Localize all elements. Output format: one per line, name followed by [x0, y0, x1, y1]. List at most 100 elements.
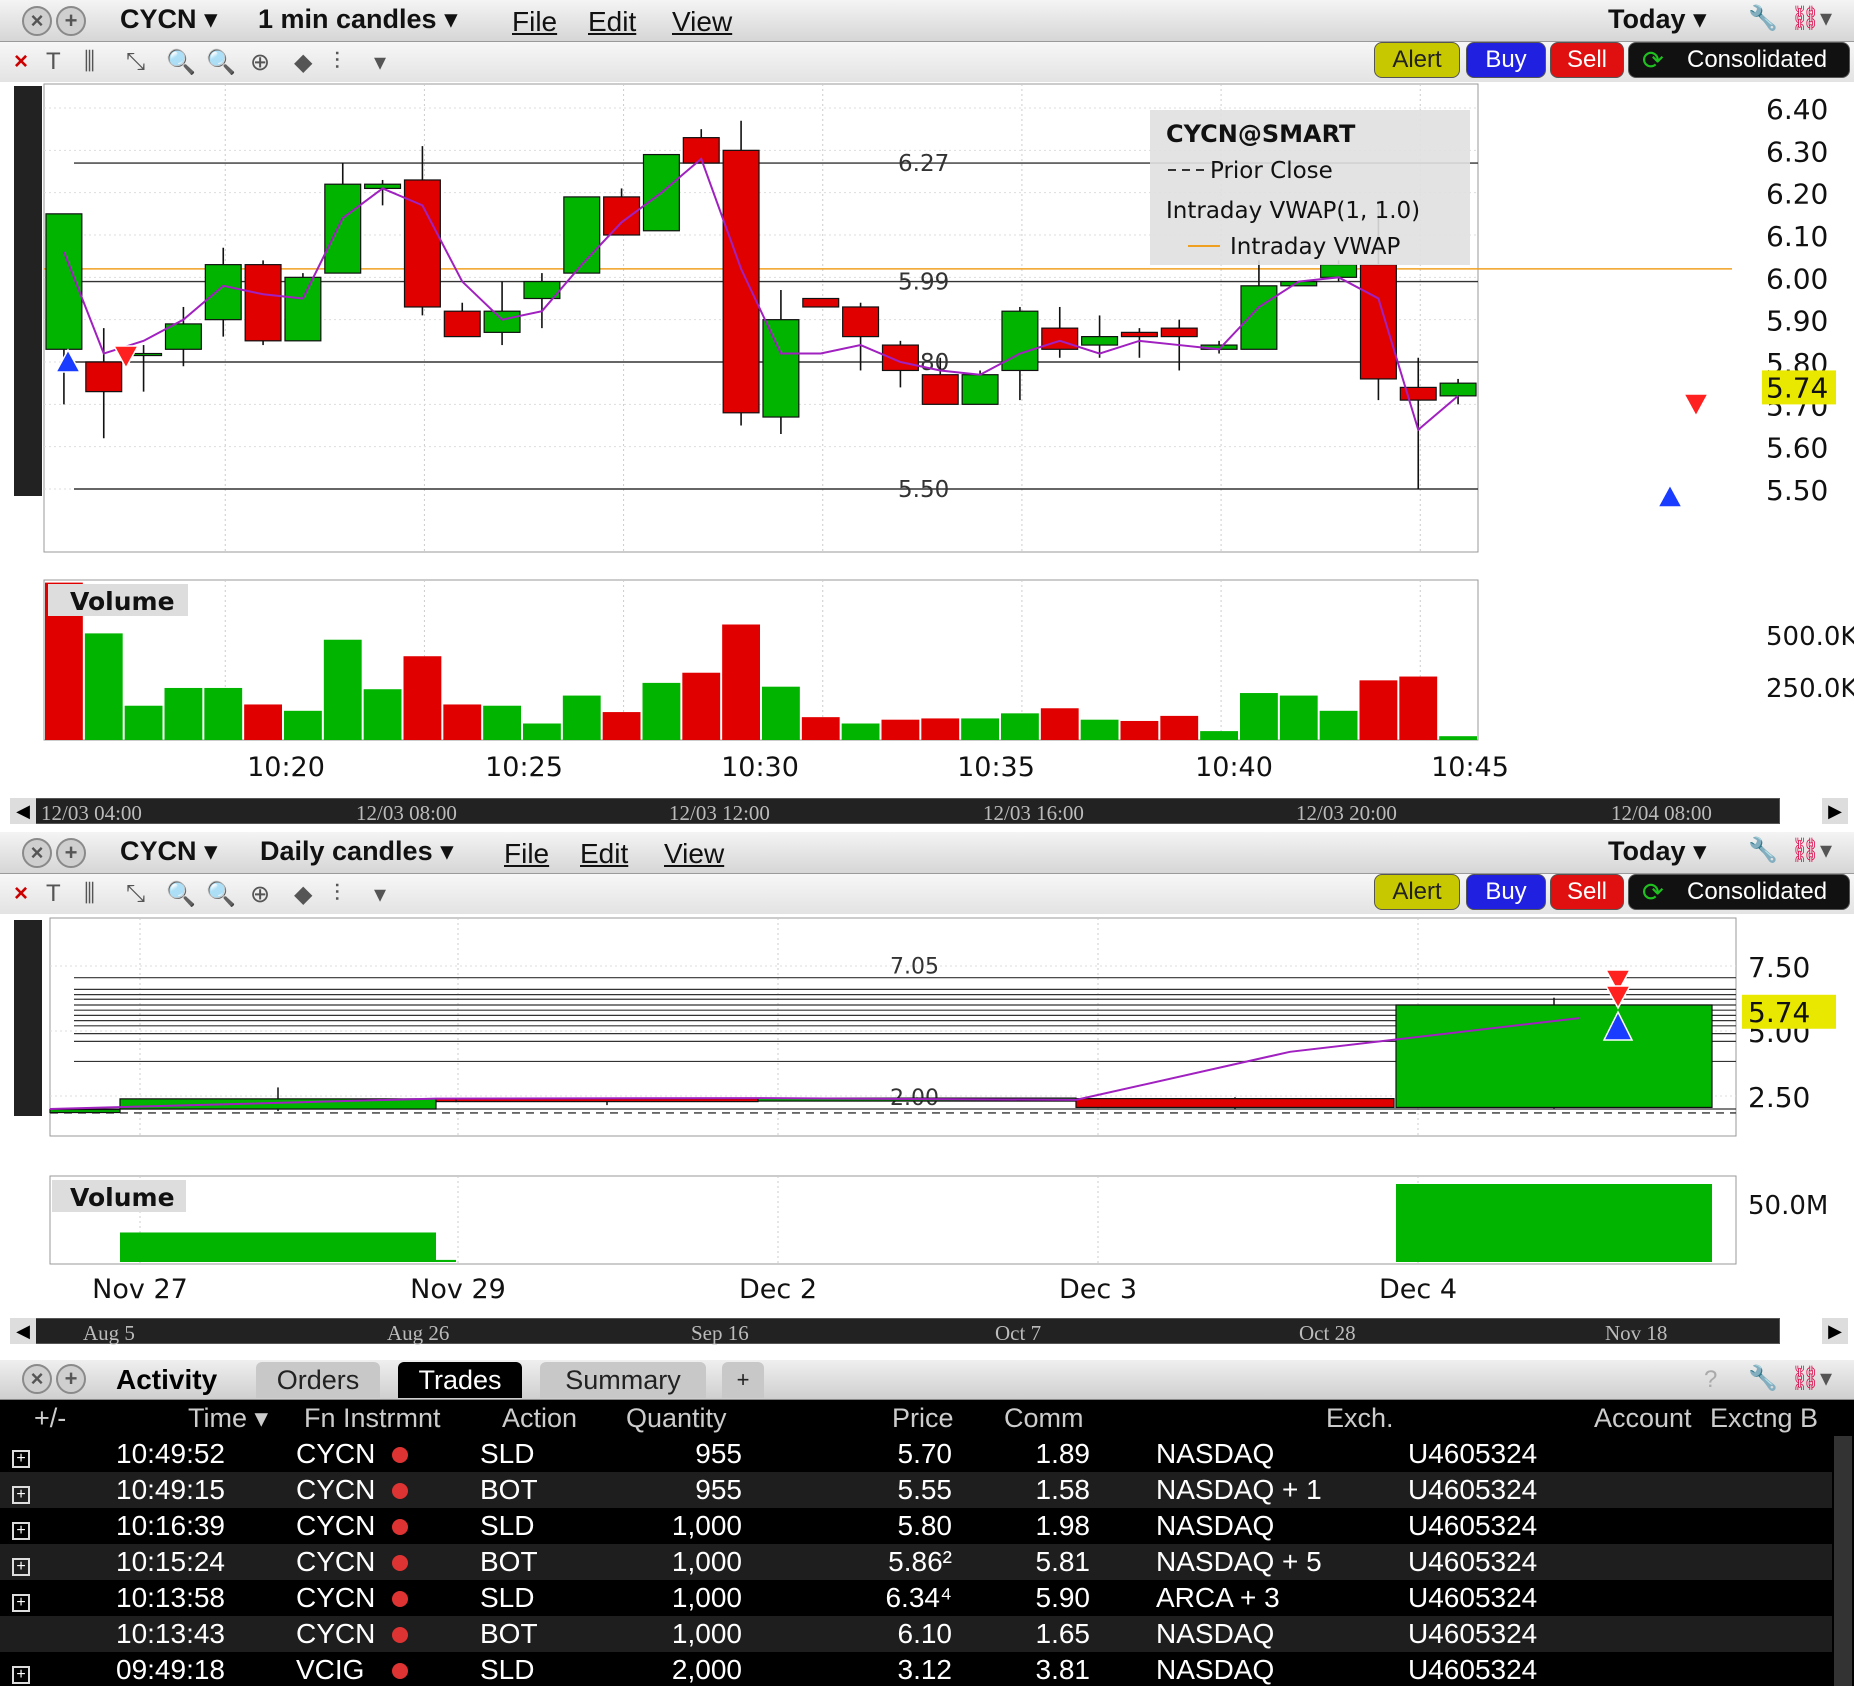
chevron-down-icon[interactable]: ▾	[1820, 836, 1832, 865]
delete-icon[interactable]: ×	[14, 880, 28, 908]
activity-tab-bar: × + Activity Orders Trades Summary + ? 🔧…	[0, 1360, 1854, 1400]
col-header-account[interactable]: Account	[1594, 1400, 1692, 1436]
chevron-down-icon[interactable]: ▾	[1820, 1364, 1832, 1393]
menu-edit[interactable]: Edit	[588, 6, 636, 38]
table-row[interactable]: +10:16:39 CYCN SLD 1,000 5.80 1.98 NASDAQ U4605…	[0, 1508, 1832, 1544]
symbol-selector[interactable]: CYCN ▾	[120, 836, 218, 867]
trade-quantity: 2,000	[671, 1654, 742, 1685]
symbol-selector[interactable]: CYCN ▾	[120, 4, 218, 35]
table-row[interactable]: +10:49:52 CYCN SLD 955 5.70 1.89 NASDAQ U460532…	[0, 1436, 1832, 1472]
link-icon[interactable]: ⛓	[1790, 4, 1820, 33]
expand-icon[interactable]: +	[12, 1508, 30, 1544]
scroll-icon[interactable]: ◆	[294, 880, 312, 909]
alert-button[interactable]: Alert	[1374, 42, 1460, 78]
trade-exchange: NASDAQ	[1156, 1618, 1275, 1649]
col-header-exch[interactable]: Exch.	[1326, 1400, 1394, 1436]
close-window-icon[interactable]: ×	[22, 6, 52, 36]
tab-summary[interactable]: Summary	[540, 1362, 706, 1398]
activity-title: Activity	[116, 1364, 218, 1395]
range-selector[interactable]: Today ▾	[1608, 4, 1707, 35]
scroll-left-icon[interactable]: ◀	[10, 798, 36, 824]
tab-trades[interactable]: Trades	[398, 1362, 522, 1398]
candle-body	[1001, 310, 1039, 372]
col-header-price[interactable]: Price	[892, 1400, 954, 1436]
zoom-out-icon[interactable]: 🔍	[206, 48, 236, 77]
bar-type-icon[interactable]: ⫼	[84, 48, 95, 76]
table-row[interactable]: +10:13:58 CYCN SLD 1,000 6.34⁴ 5.90 ARCA + 3 U4…	[0, 1580, 1832, 1616]
wrench-icon[interactable]: 🔧	[1748, 836, 1778, 865]
text-tool-icon[interactable]: T	[46, 880, 61, 908]
buy-button[interactable]: Buy	[1466, 42, 1546, 78]
expand-icon[interactable]: +	[12, 1580, 30, 1616]
draw-tool-icon[interactable]: ⤡	[126, 48, 145, 76]
help-icon[interactable]: ?	[1704, 1366, 1717, 1394]
time-navigator[interactable]: Aug 5 Aug 26 Sep 16 Oct 7 Oct 28 Nov 18	[10, 1318, 1780, 1345]
timeframe-selector[interactable]: Daily candles ▾	[260, 836, 454, 867]
timeframe-selector[interactable]: 1 min candles ▾	[258, 4, 458, 35]
buy-button[interactable]: Buy	[1466, 874, 1546, 910]
time-navigator[interactable]: 12/03 04:00 12/03 08:00 12/03 12:00 12/0…	[10, 798, 1780, 825]
trade-commission: 1.58	[1035, 1474, 1091, 1505]
delete-icon[interactable]: ×	[14, 48, 28, 76]
col-header-executing-broker[interactable]: Exctng B	[1710, 1400, 1818, 1436]
expand-icon[interactable]: +	[12, 1436, 30, 1472]
zoom-in-icon[interactable]: 🔍	[166, 880, 196, 909]
close-window-icon[interactable]: ×	[22, 838, 52, 868]
table-row[interactable]: +10:49:15 CYCN BOT 955 5.55 1.58 NASDAQ + 1 U46…	[0, 1472, 1832, 1508]
link-icon[interactable]: ⛓	[1790, 1364, 1820, 1393]
col-header-comm[interactable]: Comm	[1004, 1400, 1084, 1436]
menu-file[interactable]: File	[504, 838, 549, 870]
nav-tick: Oct 28	[1299, 1321, 1356, 1345]
add-window-icon[interactable]: +	[56, 6, 86, 36]
vertical-scrollbar[interactable]	[1834, 1436, 1852, 1686]
trade-time: 10:16:39	[116, 1510, 225, 1541]
zoom-in-icon[interactable]: 🔍	[166, 48, 196, 77]
more-tools-icon[interactable]: ▾	[374, 880, 386, 909]
crosshair-icon[interactable]: ⊕	[250, 48, 270, 77]
col-header-instrument[interactable]: Fn Instrmnt	[304, 1400, 441, 1436]
col-header-time[interactable]: Time ▾	[188, 1400, 268, 1436]
table-row[interactable]: 10:13:43 CYCN BOT 1,000 6.10 1.65 NASDAQ U46053…	[0, 1616, 1832, 1652]
split-icon[interactable]: ⫶	[334, 880, 340, 908]
table-row[interactable]: +09:49:18 VCIG SLD 2,000 3.12 3.81 NASDAQ U4605…	[0, 1652, 1832, 1686]
text-tool-icon[interactable]: T	[46, 48, 61, 76]
menu-view[interactable]: View	[664, 838, 724, 870]
price-chart-1min[interactable]: 6.406.306.206.106.005.905.805.705.605.50…	[0, 82, 1854, 830]
add-window-icon[interactable]: +	[56, 838, 86, 868]
scroll-right-icon[interactable]: ▶	[1822, 1318, 1848, 1344]
sell-button[interactable]: Sell	[1550, 42, 1624, 78]
more-tools-icon[interactable]: ▾	[374, 48, 386, 77]
crosshair-icon[interactable]: ⊕	[250, 880, 270, 909]
menu-file[interactable]: File	[512, 6, 557, 38]
zoom-out-icon[interactable]: 🔍	[206, 880, 236, 909]
tab-orders[interactable]: Orders	[256, 1362, 380, 1398]
chevron-down-icon[interactable]: ▾	[1820, 4, 1832, 33]
menu-view[interactable]: View	[672, 6, 732, 38]
wrench-icon[interactable]: 🔧	[1748, 1364, 1778, 1393]
trade-price: 6.34⁴	[885, 1582, 952, 1613]
alert-button[interactable]: Alert	[1374, 874, 1460, 910]
menu-edit[interactable]: Edit	[580, 838, 628, 870]
range-selector[interactable]: Today ▾	[1608, 836, 1707, 867]
scroll-left-icon[interactable]: ◀	[10, 1318, 36, 1344]
table-row[interactable]: +10:15:24 CYCN BOT 1,000 5.86² 5.81 NASDAQ + 5…	[0, 1544, 1832, 1580]
expand-icon[interactable]: +	[12, 1544, 30, 1580]
tab-add[interactable]: +	[722, 1362, 764, 1398]
scroll-icon[interactable]: ◆	[294, 48, 312, 77]
sell-button[interactable]: Sell	[1550, 874, 1624, 910]
expand-icon[interactable]: +	[12, 1472, 30, 1508]
close-window-icon[interactable]: ×	[22, 1364, 52, 1394]
bar-type-icon[interactable]: ⫼	[84, 880, 95, 908]
link-icon[interactable]: ⛓	[1790, 836, 1820, 865]
price-chart-daily[interactable]: 7.505.002.507.052.005.74Volume50.0MNov 2…	[0, 914, 1854, 1358]
col-header-action[interactable]: Action	[502, 1400, 577, 1436]
expand-icon[interactable]: +	[12, 1652, 30, 1686]
scroll-right-icon[interactable]: ▶	[1822, 798, 1848, 824]
col-header-quantity[interactable]: Quantity	[626, 1400, 727, 1436]
refresh-icon: ⟳	[1642, 45, 1664, 75]
col-header-plusminus[interactable]: +/-	[34, 1400, 66, 1436]
add-window-icon[interactable]: +	[56, 1364, 86, 1394]
wrench-icon[interactable]: 🔧	[1748, 4, 1778, 33]
split-icon[interactable]: ⫶	[334, 48, 340, 76]
draw-tool-icon[interactable]: ⤡	[126, 880, 145, 908]
